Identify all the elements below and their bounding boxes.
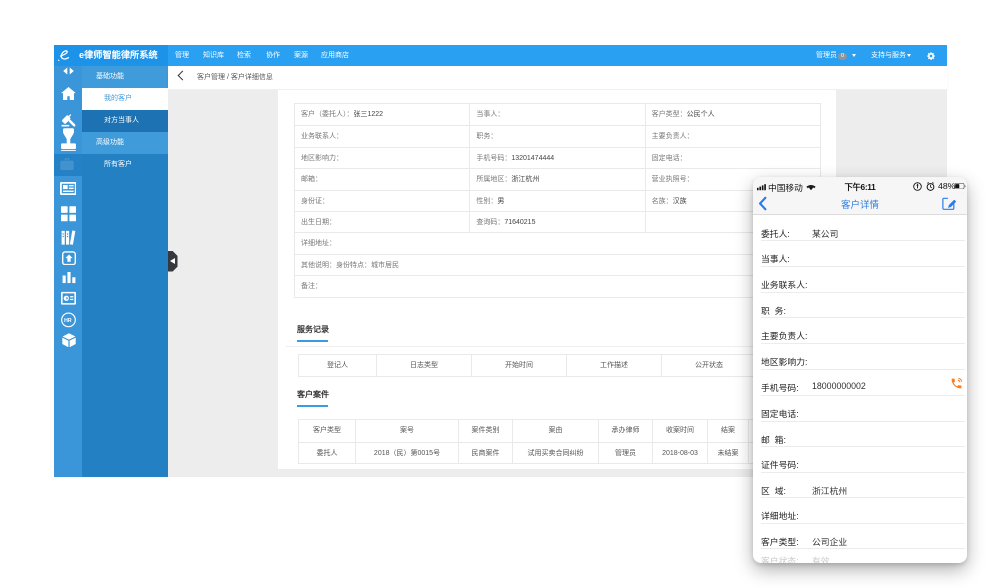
- svg-text:HR: HR: [64, 318, 72, 324]
